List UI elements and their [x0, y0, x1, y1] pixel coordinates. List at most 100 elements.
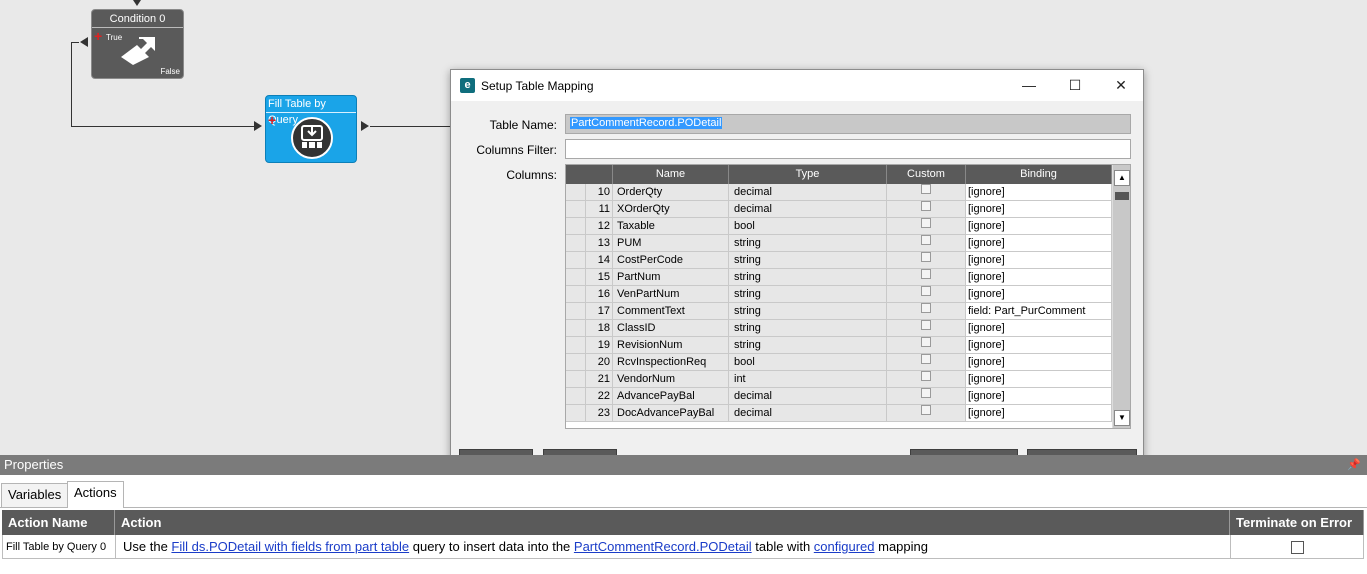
condition-node[interactable]: Condition 0 + True False — [91, 9, 184, 79]
custom-checkbox[interactable] — [921, 354, 931, 365]
table-name-field[interactable]: PartCommentRecord.PODetail — [565, 114, 1131, 134]
table-row[interactable]: 20 RcvInspectionReq bool [ignore] — [566, 354, 1112, 371]
columns-filter-input[interactable] — [565, 139, 1131, 159]
grid-header-binding[interactable]: Binding — [966, 165, 1112, 184]
custom-checkbox[interactable] — [921, 218, 931, 229]
dialog-titlebar[interactable]: e Setup Table Mapping — ☐ ✕ — [451, 70, 1143, 101]
table-row[interactable]: 14 CostPerCode string [ignore] — [566, 252, 1112, 269]
row-selector[interactable] — [566, 201, 586, 217]
table-row[interactable]: 11 XOrderQty decimal [ignore] — [566, 201, 1112, 218]
tab-variables[interactable]: Variables — [1, 483, 69, 507]
action-name-cell[interactable]: Fill Table by Query 0 — [2, 535, 116, 559]
scroll-down-icon[interactable]: ▼ — [1114, 410, 1130, 426]
binding-cell[interactable]: [ignore] — [966, 201, 1112, 217]
port-out-icon[interactable] — [361, 121, 369, 131]
binding-cell[interactable]: [ignore] — [966, 269, 1112, 285]
grid-header-custom[interactable]: Custom — [887, 165, 966, 184]
binding-cell[interactable]: [ignore] — [966, 320, 1112, 336]
binding-cell[interactable]: [ignore] — [966, 388, 1112, 404]
row-selector[interactable] — [566, 337, 586, 353]
row-selector[interactable] — [566, 269, 586, 285]
table-row[interactable]: 15 PartNum string [ignore] — [566, 269, 1112, 286]
table-row[interactable]: 18 ClassID string [ignore] — [566, 320, 1112, 337]
custom-checkbox[interactable] — [921, 184, 931, 195]
port-in-icon[interactable] — [254, 121, 262, 131]
column-type-cell: string — [729, 286, 887, 302]
custom-checkbox[interactable] — [921, 201, 931, 212]
query-link[interactable]: Fill ds.PODetail with fields from part t… — [171, 539, 409, 554]
scroll-up-icon[interactable]: ▲ — [1114, 170, 1130, 186]
header-action-name: Action Name — [2, 510, 115, 535]
custom-checkbox[interactable] — [921, 252, 931, 263]
table-row[interactable]: 19 RevisionNum string [ignore] — [566, 337, 1112, 354]
custom-checkbox[interactable] — [921, 286, 931, 297]
scrollbar-thumb[interactable] — [1115, 192, 1129, 200]
binding-cell[interactable]: [ignore] — [966, 184, 1112, 200]
grid-scrollbar[interactable]: ▲ ▼ — [1112, 165, 1130, 428]
grid-header: Name Type Custom Binding — [566, 165, 1112, 184]
binding-cell[interactable]: [ignore] — [966, 337, 1112, 353]
custom-checkbox[interactable] — [921, 388, 931, 399]
row-selector[interactable] — [566, 252, 586, 268]
table-row[interactable]: 22 AdvancePayBal decimal [ignore] — [566, 388, 1112, 405]
custom-cell — [887, 388, 966, 404]
custom-checkbox[interactable] — [921, 405, 931, 416]
column-type-cell: decimal — [729, 184, 887, 200]
row-selector[interactable] — [566, 286, 586, 302]
tab-divider — [0, 507, 1367, 508]
pin-icon[interactable]: 📌 — [1347, 455, 1361, 475]
maximize-button[interactable]: ☐ — [1052, 70, 1098, 101]
row-selector[interactable] — [566, 218, 586, 234]
custom-checkbox[interactable] — [921, 235, 931, 246]
table-row[interactable]: 21 VendorNum int [ignore] — [566, 371, 1112, 388]
table-row[interactable]: 23 DocAdvancePayBal decimal [ignore] — [566, 405, 1112, 422]
add-icon[interactable]: + — [268, 113, 276, 127]
binding-cell[interactable]: [ignore] — [966, 252, 1112, 268]
row-selector[interactable] — [566, 235, 586, 251]
custom-checkbox[interactable] — [921, 320, 931, 331]
action-text: mapping — [874, 539, 928, 554]
binding-cell[interactable]: [ignore] — [966, 405, 1112, 421]
close-button[interactable]: ✕ — [1098, 70, 1144, 101]
table-row[interactable]: 17 CommentText string field: Part_PurCommen… — [566, 303, 1112, 320]
custom-checkbox[interactable] — [921, 303, 931, 314]
custom-checkbox[interactable] — [921, 269, 931, 280]
mapping-link[interactable]: configured — [814, 539, 875, 554]
column-type-cell: string — [729, 252, 887, 268]
grid-header-type[interactable]: Type — [729, 165, 887, 184]
row-selector[interactable] — [566, 303, 586, 319]
table-link[interactable]: PartCommentRecord.PODetail — [574, 539, 752, 554]
column-type-cell: string — [729, 235, 887, 251]
binding-cell[interactable]: [ignore] — [966, 235, 1112, 251]
tab-actions[interactable]: Actions — [67, 481, 124, 508]
row-selector[interactable] — [566, 388, 586, 404]
row-selector[interactable] — [566, 354, 586, 370]
binding-cell[interactable]: [ignore] — [966, 286, 1112, 302]
grid-body: 10 OrderQty decimal [ignore] 11 XOrderQty deci… — [566, 184, 1112, 422]
binding-cell[interactable]: [ignore] — [966, 354, 1112, 370]
columns-grid: Name Type Custom Binding 10 OrderQty decim… — [565, 164, 1131, 429]
binding-cell[interactable]: field: Part_PurComment — [966, 303, 1112, 319]
terminate-on-error-cell — [1230, 535, 1364, 559]
custom-checkbox[interactable] — [921, 337, 931, 348]
row-selector[interactable] — [566, 184, 586, 200]
custom-checkbox[interactable] — [921, 371, 931, 382]
table-row[interactable]: 16 VenPartNum string [ignore] — [566, 286, 1112, 303]
binding-cell[interactable]: [ignore] — [966, 371, 1112, 387]
grid-header-name[interactable]: Name — [613, 165, 729, 184]
table-row[interactable]: 13 PUM string [ignore] — [566, 235, 1112, 252]
table-name-label: Table Name: — [489, 118, 557, 132]
add-icon[interactable]: + — [94, 29, 102, 43]
download-table-icon — [291, 117, 333, 159]
minimize-button[interactable]: — — [1006, 70, 1052, 101]
row-index: 16 — [586, 286, 613, 302]
table-row[interactable]: 10 OrderQty decimal [ignore] — [566, 184, 1112, 201]
binding-cell[interactable]: [ignore] — [966, 218, 1112, 234]
row-selector[interactable] — [566, 371, 586, 387]
custom-cell — [887, 201, 966, 217]
terminate-on-error-checkbox[interactable] — [1290, 541, 1304, 555]
fill-table-node[interactable]: Fill Table by Query + — [265, 95, 357, 163]
row-selector[interactable] — [566, 405, 586, 421]
row-selector[interactable] — [566, 320, 586, 336]
table-row[interactable]: 12 Taxable bool [ignore] — [566, 218, 1112, 235]
